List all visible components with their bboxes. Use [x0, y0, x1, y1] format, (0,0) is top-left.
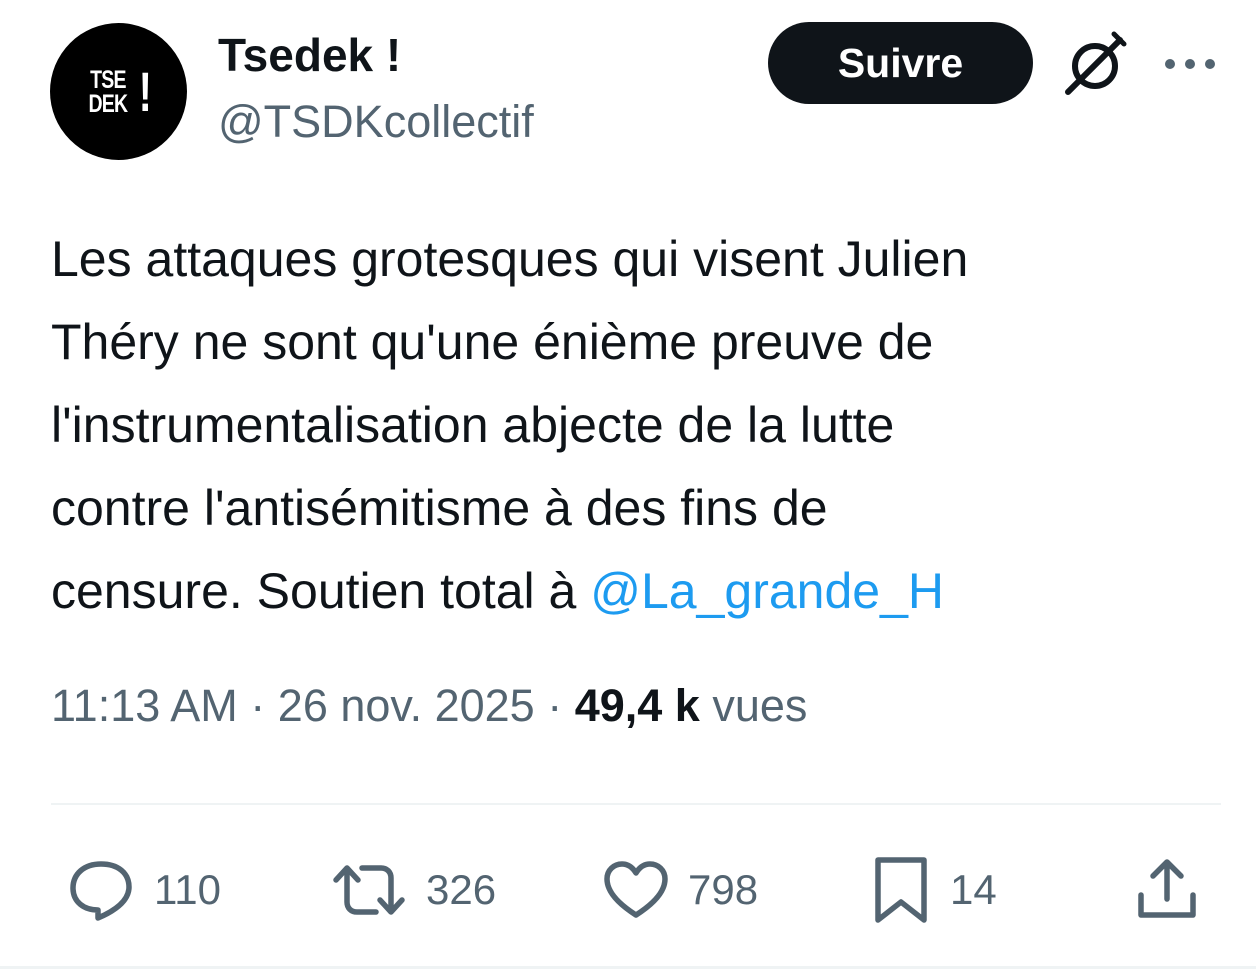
grok-icon[interactable] — [1058, 28, 1132, 102]
tweet-time[interactable]: 11:13 AM — [51, 680, 238, 731]
reply-count: 110 — [154, 866, 221, 913]
avatar[interactable]: TSE DEK ! — [50, 23, 187, 160]
mention-link[interactable]: @La_grande_H — [590, 563, 944, 619]
author-display-name[interactable]: Tsedek ! — [218, 28, 401, 82]
meta-separator: · — [534, 680, 575, 731]
share-button[interactable] — [1132, 852, 1202, 928]
retweet-count: 326 — [426, 866, 497, 913]
like-button[interactable]: 798 — [602, 852, 758, 928]
reply-button[interactable]: 110 — [66, 852, 221, 928]
meta-separator: · — [237, 680, 278, 731]
avatar-logo: TSE DEK ! — [83, 59, 154, 123]
views-count[interactable]: 49,4 k — [575, 680, 700, 731]
tweet-text-line: l'instrumentalisation abjecte de la lutt… — [51, 397, 895, 453]
tweet-text: Les attaques grotesques qui visent Julie… — [51, 218, 1211, 633]
tweet-text-line: Théry ne sont qu'une énième preuve de — [51, 314, 934, 370]
avatar-logo-line-2: DEK — [88, 89, 128, 118]
tweet-text-line-last: censure. Soutien total à @La_grande_H — [51, 550, 1211, 633]
tweet-text-prefix: censure. Soutien total à — [51, 563, 591, 619]
bookmark-icon — [875, 857, 927, 923]
retweet-icon — [333, 865, 405, 915]
tweet-text-line: contre l'antisémitisme à des fins de — [51, 480, 828, 536]
like-count: 798 — [688, 866, 759, 913]
retweet-button[interactable]: 326 — [330, 852, 496, 928]
avatar-logo-line-1: TSE — [89, 65, 126, 94]
tweet-card: TSE DEK ! Tsedek ! @TSDKcollectif Suivre… — [0, 0, 1256, 970]
heart-icon — [604, 861, 668, 918]
author-handle[interactable]: @TSDKcollectif — [218, 96, 534, 148]
more-icon[interactable] — [1160, 46, 1220, 82]
views-label: vues — [712, 680, 808, 731]
divider — [51, 803, 1221, 805]
share-icon — [1138, 859, 1196, 918]
avatar-logo-mark: ! — [138, 59, 152, 123]
reply-icon — [70, 861, 132, 921]
tweet-date[interactable]: 26 nov. 2025 — [278, 680, 535, 731]
bottom-divider — [0, 966, 1256, 969]
bookmark-button[interactable]: 14 — [870, 852, 997, 928]
follow-button[interactable]: Suivre — [768, 22, 1033, 104]
tweet-meta: 11:13 AM · 26 nov. 2025 · 49,4 k vues — [51, 680, 807, 732]
tweet-text-line: Les attaques grotesques qui visent Julie… — [51, 231, 969, 287]
bookmark-count: 14 — [950, 866, 997, 913]
